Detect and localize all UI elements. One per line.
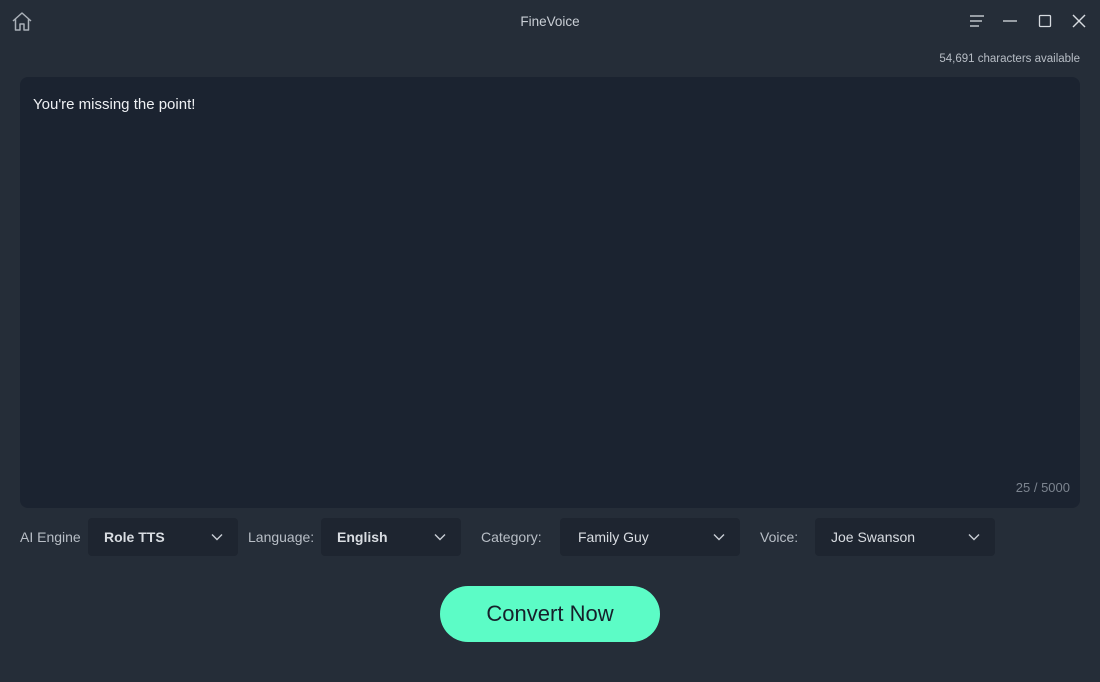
input-text[interactable]: You're missing the point! (33, 96, 195, 113)
close-button[interactable] (1068, 10, 1090, 32)
chevron-down-icon (211, 534, 223, 541)
category-dropdown[interactable]: Family Guy (560, 518, 740, 556)
category-label: Category: (481, 529, 542, 545)
menu-icon (970, 15, 984, 27)
maximize-button[interactable] (1034, 10, 1056, 32)
characters-available: 54,691 characters available (939, 53, 1080, 65)
chevron-down-icon (434, 534, 446, 541)
ai-engine-label: AI Engine (20, 529, 81, 545)
app-title: FineVoice (520, 14, 580, 29)
language-dropdown[interactable]: English (321, 518, 461, 556)
minimize-icon (1003, 20, 1017, 22)
menu-button[interactable] (966, 10, 988, 32)
close-icon (1072, 14, 1086, 28)
category-value: Family Guy (578, 529, 649, 545)
chevron-down-icon (713, 534, 725, 541)
voice-label: Voice: (760, 529, 799, 545)
text-input-area[interactable]: You're missing the point! 25 / 5000 (20, 77, 1080, 508)
language-value: English (337, 529, 388, 545)
voice-value: Joe Swanson (831, 529, 916, 545)
voice-dropdown[interactable]: Joe Swanson (815, 518, 995, 556)
chevron-down-icon (968, 534, 980, 541)
convert-now-button[interactable]: Convert Now (440, 586, 660, 642)
maximize-icon (1038, 14, 1052, 28)
minimize-button[interactable] (999, 10, 1021, 32)
title-bar: FineVoice (0, 0, 1100, 44)
language-label: Language: (248, 529, 315, 545)
ai-engine-dropdown[interactable]: Role TTS (88, 518, 238, 556)
character-count: 25 / 5000 (1015, 480, 1070, 495)
voice-settings-bar: AI Engine Role TTS Language: English Cat… (0, 518, 1100, 556)
ai-engine-value: Role TTS (104, 529, 165, 545)
